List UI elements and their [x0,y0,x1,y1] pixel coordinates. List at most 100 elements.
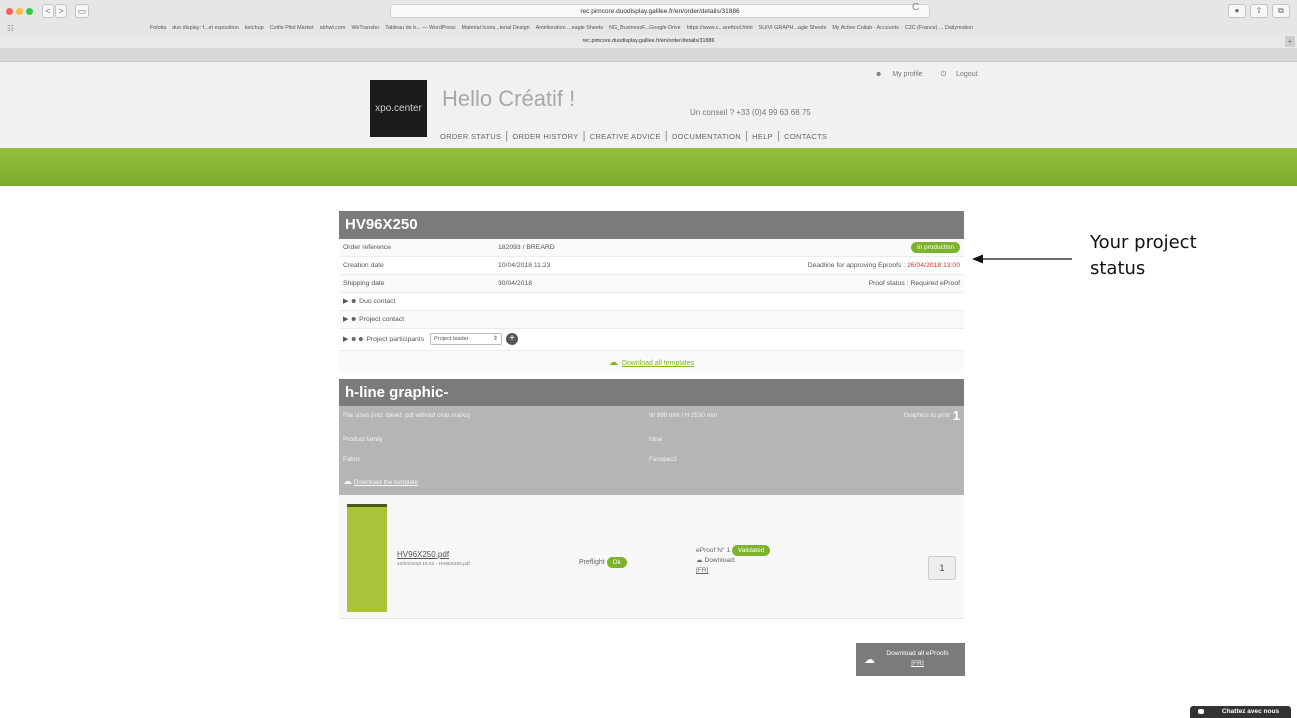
bookmark[interactable]: https://www.c...arettool.html [687,21,753,35]
close-window-icon[interactable] [6,8,13,15]
file-name-link[interactable]: HV96X250.pdf [397,550,449,559]
participant-role-value: Project leader [434,336,469,343]
bookmark[interactable]: SUIVI GRAPH...agle Sheets [759,21,827,35]
shipping-date-label: Shipping date [343,280,385,287]
chat-label: Chattez avec nous [1222,708,1280,715]
status-badge: In production [911,242,960,253]
graphic-title: h-line graphic- [339,379,964,406]
bookmark[interactable]: WeTransfer [351,21,379,35]
greeting: Hello Créatif ! [442,86,576,111]
bookmark[interactable]: Cuttle Pilot Market [270,21,314,35]
new-tab-icon[interactable]: + [1285,36,1295,47]
select-arrow-icon: ⇕ [493,336,499,343]
back-button[interactable]: < [42,4,54,18]
nav-order-history[interactable]: ORDER HISTORY [512,132,578,141]
tabs-overview-icon[interactable]: ⧉ [1272,4,1290,18]
duo-contact-row[interactable]: ▶ ☻ Duo contact [339,293,964,311]
nav-separator: | [745,130,749,142]
add-participant-button[interactable]: + [506,333,519,346]
eproof-download-fr-link[interactable]: [FR] [696,567,708,574]
bookmark[interactable]: Tableau de b... — WordPress [385,21,455,35]
logout-link[interactable]: ⏻ Logout [941,71,986,78]
my-profile-link[interactable]: ☻ My profile [875,71,931,78]
nav-documentation[interactable]: DOCUMENTATION [672,132,741,141]
product-family-value: hline [649,436,663,443]
file-meta: 10/04/2018 16:41 - HV96X250.pdf [397,562,470,567]
power-icon: ⏻ [940,71,947,78]
nav-order-status[interactable]: ORDER STATUS [440,132,501,141]
file-sizes-value: W 990 mm / H 2530 mm [649,412,718,419]
site-logo[interactable]: xpo.center [370,80,427,137]
preflight-badge: Ok [606,557,627,568]
forward-button[interactable]: > [55,4,67,18]
nav-separator: | [776,130,781,142]
graphic-file-item: HV96X250.pdf 10/04/2018 16:41 - HV96X250… [339,495,964,619]
order-title: HV96X250 [339,211,964,239]
preflight-status: Preflight Ok [579,557,627,568]
user-icon: ☻ [350,298,358,305]
shipping-date-row: Shipping date 30/04/2018 Proof status : … [339,275,964,293]
download-all-templates-link[interactable]: Download all templates [622,360,694,367]
nav-help[interactable]: HELP [752,132,773,141]
creation-date-value: 10/04/2018 11:23 [498,262,551,269]
bookmark[interactable]: NG_BusinessF...Google Drive [609,21,681,35]
order-panel: HV96X250 Order reference 182093 / BREARD… [339,211,964,619]
users-icon: ☻☻ [350,336,365,343]
bookmark[interactable]: Amélioration ...eagle Sheets [536,21,603,35]
bookmark[interactable]: Material Icons...terial Design [462,21,530,35]
minimize-window-icon[interactable] [16,8,23,15]
nav-creative-advice[interactable]: CREATIVE ADVICE [590,132,661,141]
order-reference-row: Order reference 182093 / BREARD In produ… [339,239,964,257]
expand-triangle-icon[interactable]: ▶ [343,298,348,305]
annotation-arrow [972,254,1072,264]
chat-button[interactable]: Chattez avec nous [1190,706,1291,718]
expand-triangle-icon[interactable]: ▶ [343,336,348,343]
nav-separator: | [582,130,586,142]
bookmark[interactable]: abhwl.com [320,21,346,35]
bookmark[interactable]: Fotolia [150,21,166,35]
graphics-to-print-label: Graphics to print [903,412,950,420]
annotation-line-2: status [1090,258,1146,279]
download-template-link[interactable]: Download the template [354,479,418,486]
zoom-window-icon[interactable] [26,8,33,15]
user-links: ☻ My profile ⏻ Logout [875,71,994,79]
eproof-status-badge: Validated [732,545,771,556]
cloud-download-icon: ☁ [608,357,618,367]
deadline-value: 26/04/2018 13:00 [907,262,960,269]
cloud-download-icon: ☁ [864,654,875,666]
bookmark[interactable]: C2C (France) ... Dailymotion [905,21,973,35]
product-family-label: Product family [343,436,383,443]
share-icon[interactable]: ⇧ [1250,4,1268,18]
bookmark[interactable]: My Active Collab - Accounts [832,21,899,35]
quantity-field[interactable]: 1 [928,556,956,580]
order-reference-label: Order reference [343,244,391,251]
nav-separator: | [664,130,668,142]
extension-icon[interactable]: ● [1228,4,1246,18]
project-contact-label: Project contact [359,316,405,323]
expand-triangle-icon[interactable]: ▶ [343,316,348,323]
deadline-label: Deadline for approving Eproofs : [807,262,906,269]
nav-separator: | [505,130,509,142]
proof-status: Proof status : Required eProof [868,280,960,287]
nav-contacts[interactable]: CONTACTS [784,132,827,141]
creation-date-label: Creation date [343,262,384,269]
project-participants-row: ▶ ☻☻ Project participants Project leader… [339,329,964,351]
green-banner [0,148,1297,186]
bookmark[interactable]: ketchup [245,21,264,35]
download-all-eproofs-button[interactable]: ☁ Download all eProofs [FR] [856,643,965,676]
my-profile-label: My profile [892,71,923,78]
main-nav: ORDER STATUS | ORDER HISTORY | CREATIVE ADVI… [440,130,827,142]
project-contact-row[interactable]: ▶ ☻ Project contact [339,311,964,329]
reload-icon[interactable]: C [912,2,919,13]
participant-role-select[interactable]: Project leader ⇕ [430,333,503,346]
bookmark[interactable]: duo display: f...et exposition [172,21,239,35]
address-bar[interactable]: rec.pimcore.duodisplay.galilee.fr/en/ord… [390,4,930,18]
duo-contact-label: Duo contact [359,298,396,305]
chat-bubble-icon [1198,708,1204,714]
tab-active[interactable]: rec.pimcore.duodisplay.galilee.fr/en/ord… [0,35,1297,48]
graphic-thumbnail[interactable] [347,504,387,612]
sidebar-toggle-button[interactable]: ▭ [75,4,89,18]
graphics-to-print-value: 1 [952,408,960,423]
download-templates-row: ☁ Download all templates [339,351,964,373]
browser-chrome: < > ▭ rec.pimcore.duodisplay.galilee.fr/… [0,0,1297,62]
